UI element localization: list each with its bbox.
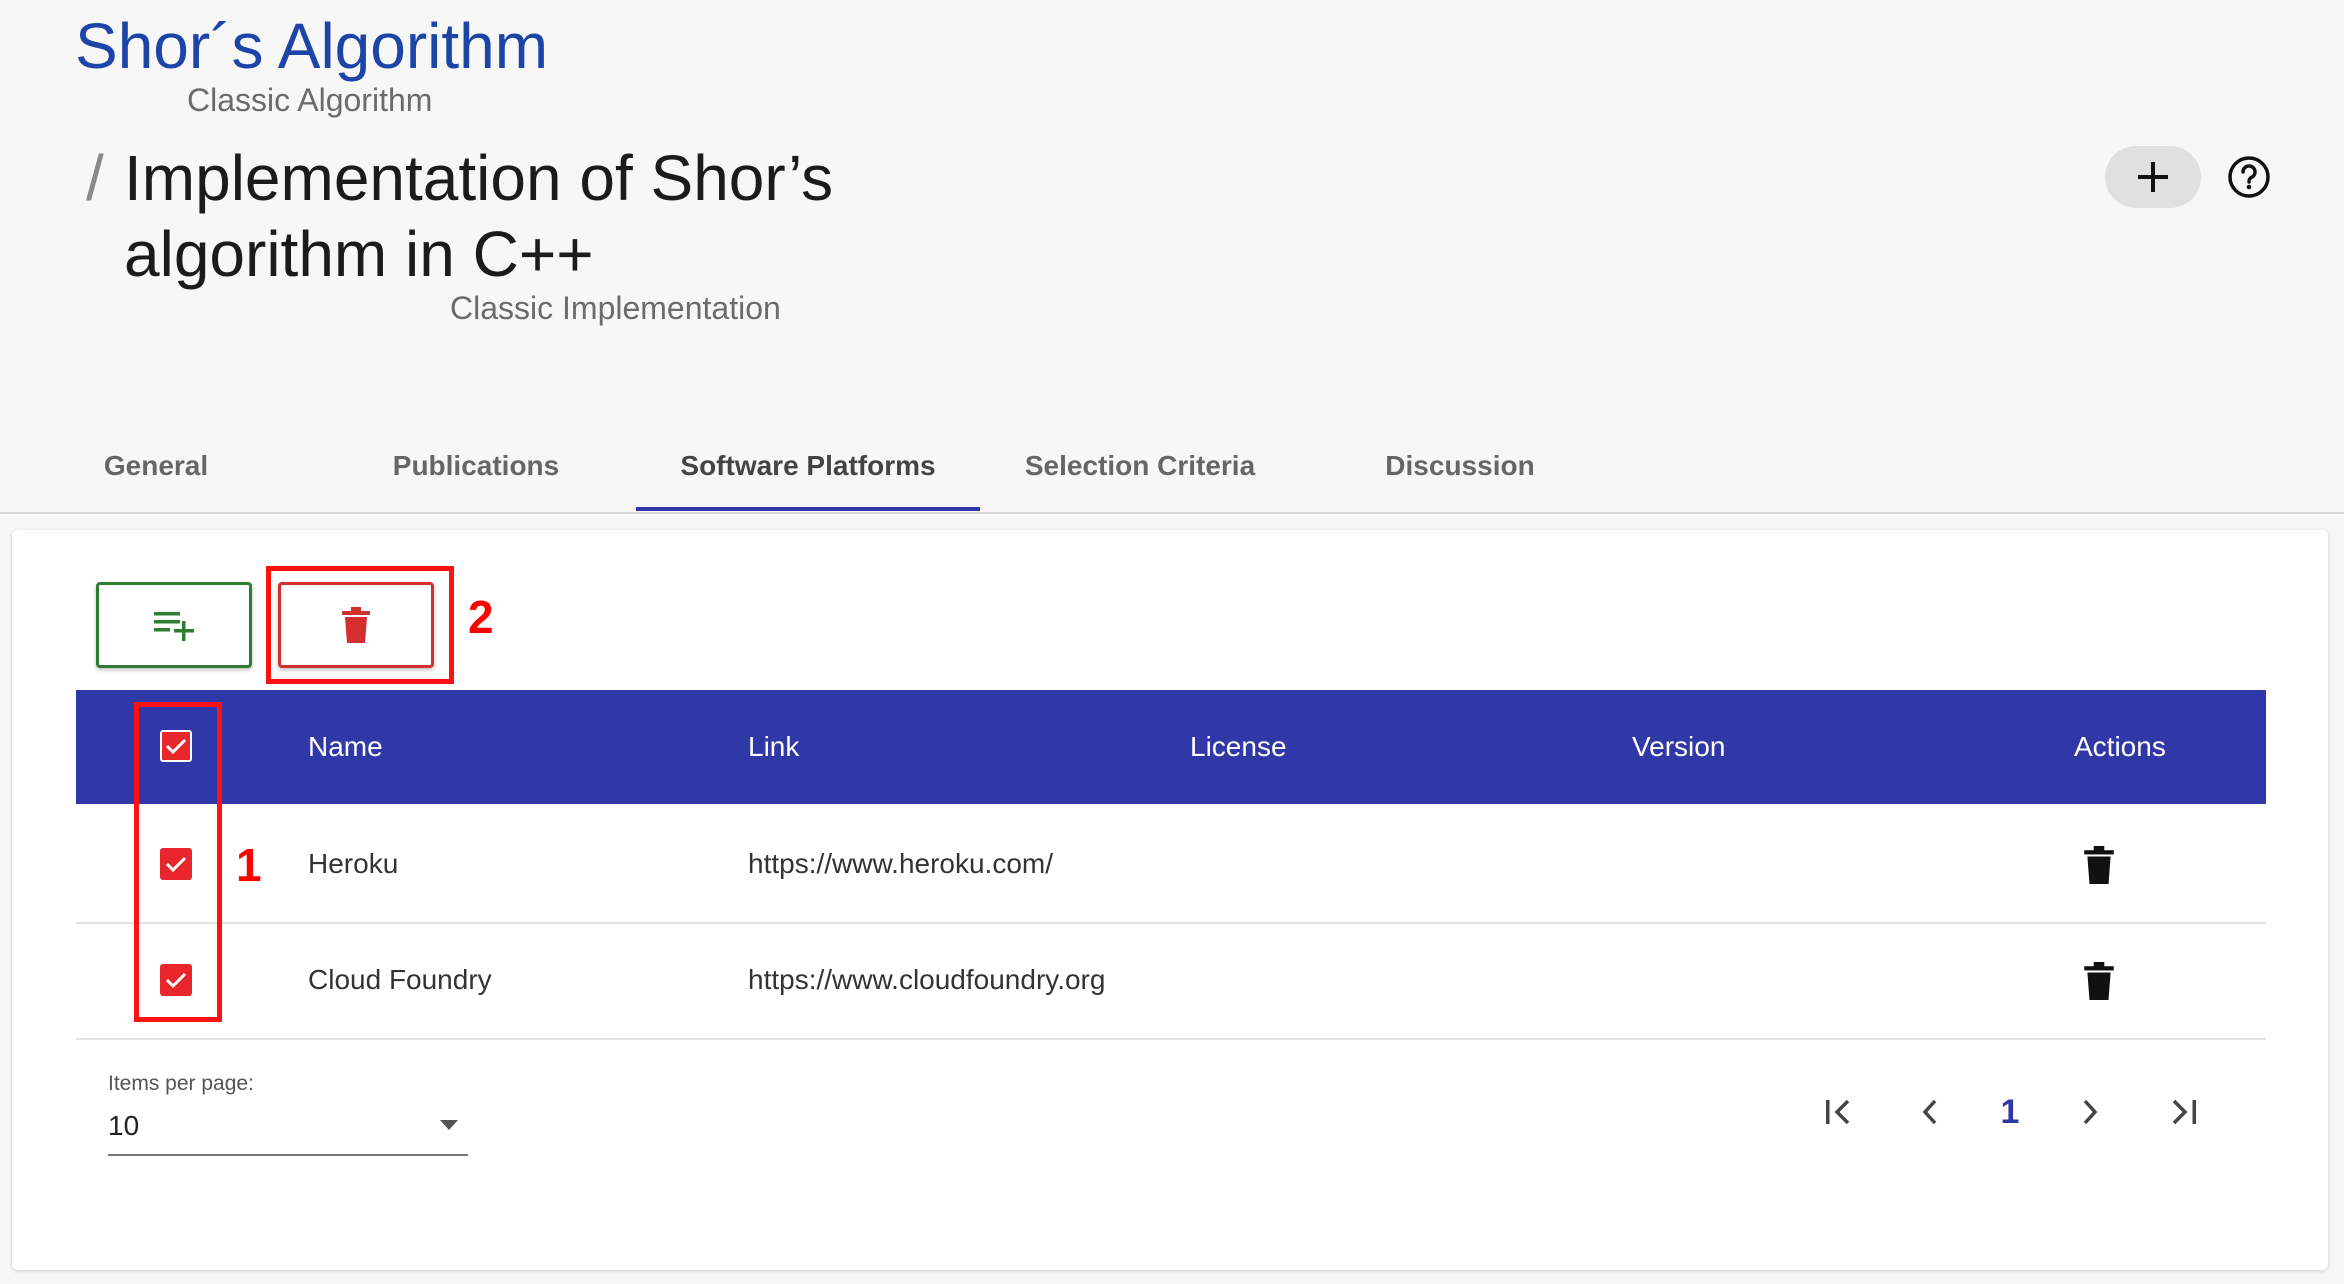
- annotation-box-checkboxes: [134, 702, 222, 1022]
- column-header-link[interactable]: Link: [748, 690, 799, 804]
- last-page-icon: [2172, 1099, 2196, 1125]
- items-per-page-select[interactable]: 10: [108, 1104, 468, 1156]
- annotation-box-delete: [266, 566, 454, 684]
- cell-name: Cloud Foundry: [308, 964, 492, 995]
- dropdown-caret-icon: [440, 1120, 458, 1130]
- cell-link[interactable]: https://www.cloudfoundry.org: [748, 922, 1105, 1038]
- cell-name: Heroku: [308, 848, 399, 879]
- implementation-title: Implementation of Shor’s algorithm in C+…: [124, 140, 884, 292]
- tab-general[interactable]: General: [56, 420, 256, 512]
- tab-software-platforms[interactable]: Software Platforms: [636, 420, 980, 512]
- tab-selection-criteria[interactable]: Selection Criteria: [1010, 420, 1270, 512]
- active-tab-indicator: [636, 507, 980, 511]
- first-page-icon: [1826, 1099, 1850, 1125]
- column-header-license[interactable]: License: [1190, 690, 1287, 804]
- plus-icon: [2138, 162, 2168, 192]
- implementation-subtitle: Classic Implementation: [450, 290, 781, 326]
- implementation-title-line1: Implementation of Shor’s: [124, 142, 834, 214]
- chevron-right-icon: [2083, 1099, 2098, 1125]
- annotation-marker-1: 1: [236, 839, 262, 891]
- chevron-left-icon: [1922, 1099, 1937, 1125]
- last-page-button[interactable]: [2156, 1084, 2212, 1140]
- algorithm-title[interactable]: Shor´s Algorithm: [75, 8, 548, 84]
- implementation-title-line2: algorithm in C++: [124, 218, 594, 290]
- annotation-marker-2: 2: [468, 591, 494, 643]
- table-row[interactable]: Cloud Foundry https://www.cloudfoundry.o…: [76, 922, 2266, 1040]
- items-per-page-value: 10: [108, 1110, 140, 1141]
- items-per-page-label: Items per page:: [108, 1072, 254, 1095]
- add-button[interactable]: [2105, 146, 2201, 208]
- help-circle-icon[interactable]: [2226, 154, 2272, 200]
- current-page-number[interactable]: 1: [1982, 1084, 2038, 1140]
- previous-page-button[interactable]: [1902, 1084, 1958, 1140]
- tab-bar: General Publications Software Platforms …: [0, 420, 2344, 514]
- trash-icon[interactable]: [2084, 962, 2114, 1000]
- trash-icon[interactable]: [2084, 846, 2114, 884]
- column-header-name[interactable]: Name: [308, 690, 383, 804]
- tab-publications[interactable]: Publications: [356, 420, 596, 512]
- column-header-actions: Actions: [2074, 731, 2166, 762]
- next-page-button[interactable]: [2062, 1084, 2118, 1140]
- tab-discussion[interactable]: Discussion: [1350, 420, 1570, 512]
- table-row[interactable]: Heroku https://www.heroku.com/: [76, 806, 2266, 924]
- breadcrumb-separator: /: [86, 142, 104, 214]
- table-header: Name Link License Version Actions: [76, 690, 2266, 804]
- column-header-version[interactable]: Version: [1632, 690, 1725, 804]
- first-page-button[interactable]: [1810, 1084, 1866, 1140]
- add-platform-button[interactable]: [96, 582, 252, 668]
- cell-link[interactable]: https://www.heroku.com/: [748, 806, 1053, 922]
- playlist-add-icon: [154, 612, 194, 641]
- algorithm-subtitle: Classic Algorithm: [187, 82, 433, 118]
